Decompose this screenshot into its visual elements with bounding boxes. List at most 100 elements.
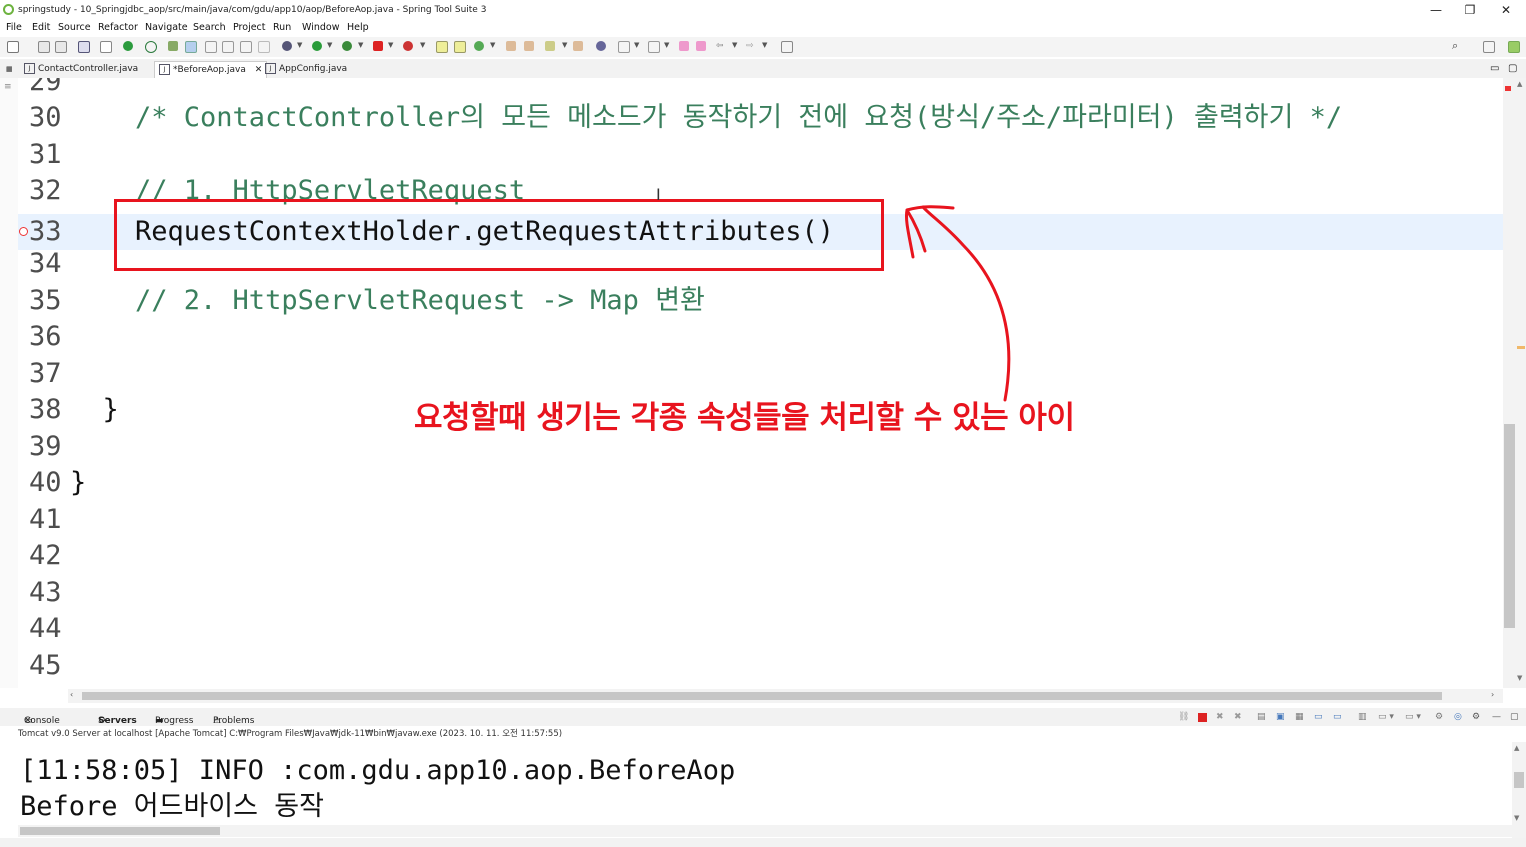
scrollbar-thumb[interactable] [1514, 772, 1524, 788]
scroll-left-icon[interactable]: ‹ [70, 690, 73, 699]
outline-toggle-icon[interactable]: ▦ [6, 61, 13, 78]
tab-before-aop[interactable]: J *BeforeAop.java ✕ [154, 61, 268, 79]
scroll-right-icon[interactable]: › [1491, 690, 1494, 699]
run-dropdown-icon[interactable]: ▼ [327, 41, 332, 49]
next-annotation-icon[interactable] [618, 41, 630, 53]
show-whitespace-icon[interactable] [258, 41, 270, 53]
scroll-up-icon[interactable]: ▲ [1517, 80, 1522, 88]
code-editor[interactable]: 29 30 /* ContactController의 모든 메소드가 동작하기… [18, 78, 1503, 688]
new-class-dropdown-icon[interactable]: ▼ [490, 41, 495, 49]
menu-window[interactable]: Window [302, 22, 339, 33]
back-dropdown-icon[interactable]: ▼ [732, 41, 737, 49]
stop-icon[interactable] [373, 41, 383, 51]
menu-navigate[interactable]: Navigate [145, 22, 188, 33]
mark-occurrences-icon[interactable] [185, 41, 197, 53]
save-all-icon[interactable] [55, 41, 67, 53]
tab-app-config[interactable]: J AppConfig.java [265, 61, 347, 78]
remove-launch-icon[interactable]: ✖ [1216, 712, 1224, 722]
filter-icon[interactable]: ◎ [1454, 712, 1462, 722]
next-annotation-dropdown-icon[interactable]: ▼ [634, 41, 639, 49]
show-stdout-icon[interactable]: ▭ [1314, 712, 1323, 722]
terminal-icon[interactable] [78, 41, 90, 53]
terminate-icon[interactable] [1198, 713, 1207, 722]
pin-console-icon[interactable]: ▥ [1358, 712, 1367, 722]
scrollbar-thumb[interactable] [1504, 424, 1515, 628]
menu-search[interactable]: Search [193, 22, 226, 33]
new-project-icon[interactable] [436, 41, 448, 53]
run-icon[interactable] [312, 41, 322, 51]
scroll-down-icon[interactable]: ▼ [1517, 674, 1522, 682]
open-type-icon[interactable] [168, 41, 178, 51]
last-edit-location-icon[interactable] [696, 41, 706, 51]
scroll-lock-icon[interactable]: ▤ [1257, 712, 1266, 722]
debug-icon[interactable] [282, 41, 292, 51]
editor-vertical-scrollbar[interactable]: ▲ ▼ [1503, 78, 1526, 688]
link-icon[interactable] [205, 41, 217, 53]
scroll-down-icon[interactable]: ▼ [1514, 814, 1519, 822]
pin-editor-icon[interactable] [781, 41, 793, 53]
disconnect-icon[interactable]: ⛓ [1178, 712, 1189, 722]
skip-breakpoints-icon[interactable] [100, 41, 112, 53]
console-vertical-scrollbar[interactable]: ▲ ▼ [1512, 742, 1526, 838]
open-task-icon[interactable] [524, 41, 534, 51]
editor-horizontal-scrollbar[interactable]: ‹ › [68, 689, 1503, 703]
tab-close-icon[interactable]: ✕ [255, 65, 263, 75]
display-console-icon[interactable]: ▭ ▾ [1378, 712, 1394, 722]
menu-file[interactable]: File [6, 22, 22, 33]
pen-icon[interactable] [545, 41, 555, 51]
coverage-icon[interactable] [342, 41, 352, 51]
external-tools-dropdown-icon[interactable]: ▼ [420, 41, 425, 49]
show-stderr-icon[interactable]: ▭ [1333, 712, 1342, 722]
save-icon[interactable] [38, 41, 50, 53]
back-icon[interactable]: ⇦ [716, 41, 726, 51]
debug-dropdown-icon[interactable]: ▼ [297, 41, 302, 49]
globe-icon[interactable] [596, 41, 606, 51]
toggle-whitespace-icon[interactable] [240, 41, 252, 53]
menu-edit[interactable]: Edit [32, 22, 50, 33]
new-file-icon[interactable] [7, 41, 19, 53]
gear-icon[interactable]: ⚙ [1435, 712, 1443, 722]
error-marker-icon[interactable] [19, 227, 28, 236]
prev-annotation-dropdown-icon[interactable]: ▼ [664, 41, 669, 49]
menu-help[interactable]: Help [347, 22, 369, 33]
forward-icon[interactable]: ⇨ [746, 41, 756, 51]
open-resource-icon[interactable] [573, 41, 583, 51]
pen-dropdown-icon[interactable]: ▼ [562, 41, 567, 49]
menu-run[interactable]: Run [273, 22, 291, 33]
open-console-icon[interactable]: ▭ ▾ [1405, 712, 1421, 722]
minimize-editor-icon[interactable]: ▭ [1490, 61, 1499, 78]
scrollbar-thumb[interactable] [20, 827, 220, 835]
maximize-editor-icon[interactable]: ▢ [1508, 61, 1517, 78]
toggle-block-icon[interactable] [222, 41, 234, 53]
refresh-icon[interactable] [145, 41, 157, 53]
maximize-panel-icon[interactable]: ▢ [1510, 712, 1519, 722]
start-server-icon[interactable] [123, 41, 133, 51]
stop-dropdown-icon[interactable]: ▼ [388, 41, 393, 49]
close-icon[interactable]: ✕ [24, 716, 32, 726]
spring-perspective-icon[interactable] [1508, 41, 1520, 53]
close-button[interactable]: ✕ [1490, 1, 1522, 19]
new-package-icon[interactable] [454, 41, 466, 53]
tab-contact-controller[interactable]: J ContactController.java [24, 61, 138, 78]
external-tools-icon[interactable] [403, 41, 413, 51]
scroll-up-icon[interactable]: ▲ [1514, 744, 1519, 752]
settings-icon[interactable]: ⚙ [1472, 712, 1480, 722]
error-overview-icon[interactable] [1505, 86, 1511, 91]
search-icon[interactable]: ⌕ [1452, 40, 1462, 51]
minimize-panel-icon[interactable]: — [1492, 712, 1501, 722]
clear-console-icon[interactable]: ▦ [1295, 712, 1304, 722]
open-perspective-icon[interactable] [1483, 41, 1495, 53]
menu-project[interactable]: Project [233, 22, 266, 33]
word-wrap-icon[interactable]: ▣ [1276, 712, 1285, 722]
coverage-dropdown-icon[interactable]: ▼ [358, 41, 363, 49]
console-horizontal-scrollbar[interactable] [18, 825, 1512, 837]
console-output[interactable]: [11:58:05] INFO :com.gdu.app10.aop.Befor… [18, 742, 1512, 838]
last-edit-icon[interactable] [679, 41, 689, 51]
new-class-icon[interactable] [474, 41, 484, 51]
minimize-button[interactable]: — [1420, 1, 1452, 19]
forward-dropdown-icon[interactable]: ▼ [762, 41, 767, 49]
menu-source[interactable]: Source [58, 22, 91, 33]
restore-button[interactable]: ❐ [1454, 1, 1486, 19]
open-folder-icon[interactable] [506, 41, 516, 51]
scrollbar-thumb[interactable] [82, 692, 1442, 700]
